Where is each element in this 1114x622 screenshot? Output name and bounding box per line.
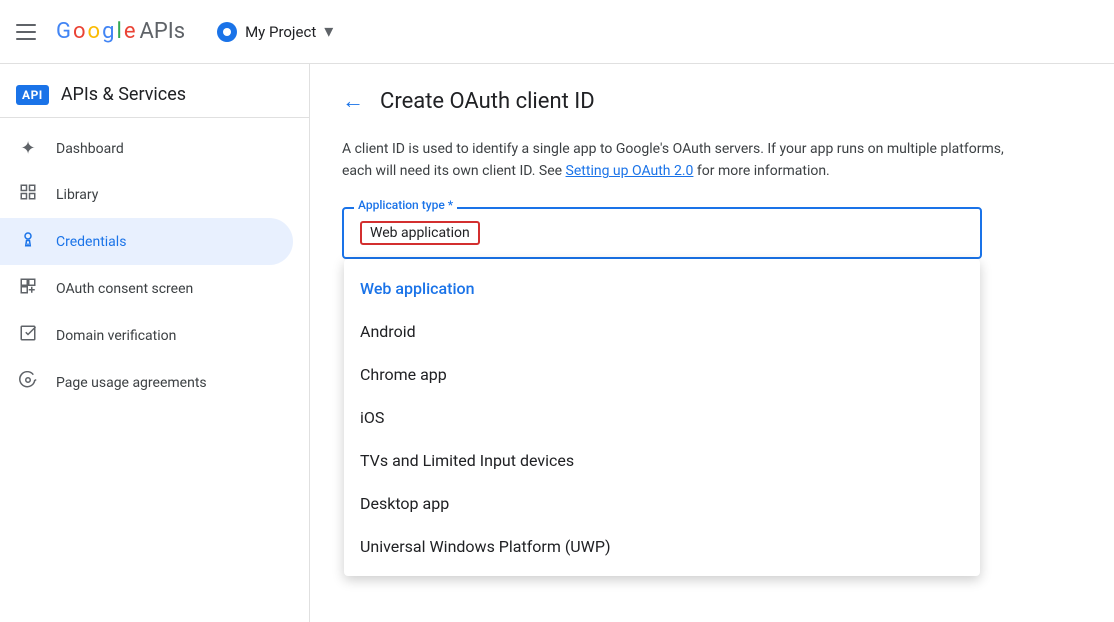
oauth-consent-icon	[16, 277, 40, 300]
page-usage-icon	[16, 371, 40, 394]
sidebar-item-credentials[interactable]: Credentials	[0, 218, 293, 265]
dropdown-item-android[interactable]: Android	[344, 310, 980, 353]
select-selected-display: Web application	[360, 221, 964, 245]
library-icon	[16, 183, 40, 206]
project-name: My Project	[245, 23, 316, 41]
sidebar-label-dashboard: Dashboard	[56, 141, 124, 157]
apis-text: APIs	[139, 19, 185, 44]
project-selector[interactable]: My Project ▾	[209, 17, 341, 46]
description-text: A client ID is used to identify a single…	[342, 138, 1022, 183]
google-logo: Google APIs	[56, 19, 185, 44]
page-title: Create OAuth client ID	[380, 89, 595, 114]
sidebar-label-domain-verification: Domain verification	[56, 328, 176, 344]
sidebar-label-credentials: Credentials	[56, 234, 126, 250]
sidebar-item-library[interactable]: Library	[0, 171, 293, 218]
domain-verification-icon	[16, 324, 40, 347]
sidebar: API APIs & Services ✦ Dashboard Library …	[0, 64, 310, 622]
dropdown-item-tvs[interactable]: TVs and Limited Input devices	[344, 439, 980, 482]
dropdown-item-ios[interactable]: iOS	[344, 396, 980, 439]
sidebar-item-domain-verification[interactable]: Domain verification	[0, 312, 293, 359]
dropdown-item-uwp[interactable]: Universal Windows Platform (UWP)	[344, 525, 980, 568]
dropdown-item-web-application[interactable]: Web application	[344, 267, 980, 310]
menu-icon[interactable]	[16, 20, 40, 44]
sidebar-title: APIs & Services	[61, 84, 186, 105]
layout: API APIs & Services ✦ Dashboard Library …	[0, 64, 1114, 622]
field-label: Application type *	[354, 198, 457, 212]
topbar: Google APIs My Project ▾	[0, 0, 1114, 64]
sidebar-item-oauth-consent[interactable]: OAuth consent screen	[0, 265, 293, 312]
sidebar-header: API APIs & Services	[0, 72, 309, 118]
selected-value: Web application	[360, 221, 480, 245]
sidebar-label-page-usage: Page usage agreements	[56, 375, 207, 391]
api-badge: API	[16, 85, 49, 105]
project-dot	[217, 22, 237, 42]
dropdown-item-chrome-app[interactable]: Chrome app	[344, 353, 980, 396]
sidebar-item-page-usage[interactable]: Page usage agreements	[0, 359, 293, 406]
back-button[interactable]: ←	[342, 88, 364, 114]
field-label-text: Application type	[358, 198, 445, 212]
credentials-icon	[16, 230, 40, 253]
application-type-dropdown: Web application Android Chrome app iOS T…	[344, 259, 980, 576]
sidebar-label-library: Library	[56, 187, 98, 203]
description-after-link: for more information.	[693, 163, 829, 179]
sidebar-label-oauth-consent: OAuth consent screen	[56, 281, 193, 297]
application-type-select[interactable]: Web application Web application Android …	[342, 207, 982, 259]
oauth-setup-link[interactable]: Setting up OAuth 2.0	[566, 163, 694, 179]
field-required-marker: *	[445, 198, 453, 212]
application-type-form: Application type * Web application Web a…	[342, 207, 982, 259]
sidebar-item-dashboard[interactable]: ✦ Dashboard	[0, 126, 293, 171]
dropdown-item-desktop-app[interactable]: Desktop app	[344, 482, 980, 525]
back-header: ← Create OAuth client ID	[342, 88, 1082, 114]
project-dropdown-arrow: ▾	[324, 21, 333, 42]
dashboard-icon: ✦	[16, 138, 40, 159]
main-content: ← Create OAuth client ID A client ID is …	[310, 64, 1114, 622]
